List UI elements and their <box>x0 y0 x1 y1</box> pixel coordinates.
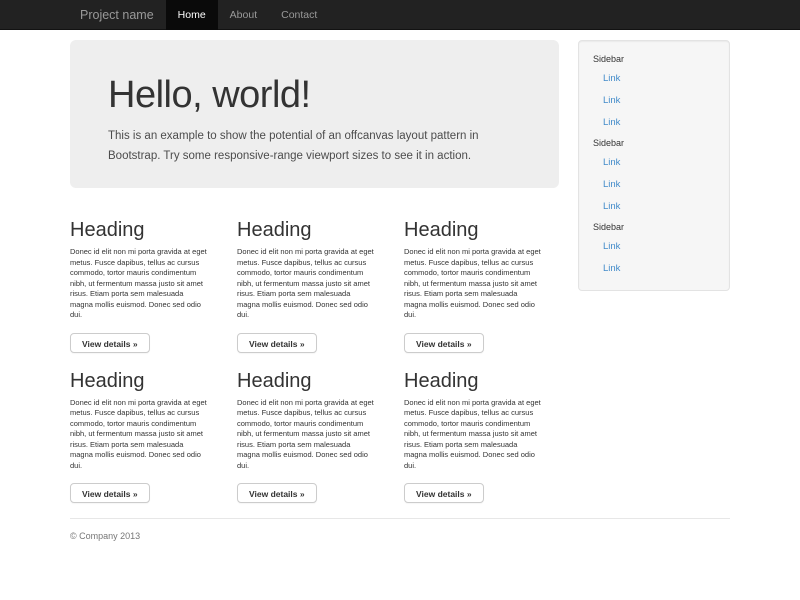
view-details-button[interactable]: View details » <box>70 483 150 503</box>
nav-item-contact[interactable]: Contact <box>269 0 329 30</box>
view-details-button[interactable]: View details » <box>237 483 317 503</box>
sidebar-link[interactable]: Link <box>593 236 715 258</box>
view-details-button[interactable]: View details » <box>237 333 317 353</box>
content-card: Heading Donec id elit non mi porta gravi… <box>70 206 225 353</box>
view-details-button[interactable]: View details » <box>70 333 150 353</box>
sidebar-heading: Sidebar <box>593 53 715 65</box>
main-container: Hello, world! This is an example to show… <box>70 40 730 503</box>
card-body-text: Donec id elit non mi porta gravida at eg… <box>70 247 225 321</box>
view-details-button[interactable]: View details » <box>404 483 484 503</box>
copyright-text: © Company 2013 <box>70 530 730 542</box>
content-card: Heading Donec id elit non mi porta gravi… <box>404 357 559 504</box>
sidebar-links: LinkLinkLink <box>593 152 715 218</box>
brand-link[interactable]: Project name <box>70 0 164 30</box>
sidebar-group: Sidebar LinkLinkLink <box>593 137 715 218</box>
footer: © Company 2013 <box>70 518 730 553</box>
content-card: Heading Donec id elit non mi porta gravi… <box>70 357 225 504</box>
cards-grid: Heading Donec id elit non mi porta gravi… <box>70 206 559 503</box>
sidebar-panel: Sidebar LinkLinkLink Sidebar LinkLinkLin… <box>578 40 730 291</box>
jumbotron-text: This is an example to show the potential… <box>108 126 521 166</box>
page-title: Hello, world! <box>108 74 521 116</box>
sidebar-link[interactable]: Link <box>593 196 715 218</box>
card-heading: Heading <box>237 219 392 241</box>
sidebar-heading: Sidebar <box>593 221 715 233</box>
navbar-container: Project name HomeAboutContact <box>70 0 730 30</box>
sidebar-link[interactable]: Link <box>593 258 715 280</box>
nav-item-home[interactable]: Home <box>166 0 218 30</box>
card-heading: Heading <box>404 219 559 241</box>
sidebar-column: Sidebar LinkLinkLink Sidebar LinkLinkLin… <box>578 40 730 291</box>
sidebar-link[interactable]: Link <box>593 174 715 196</box>
nav-item-about[interactable]: About <box>218 0 269 30</box>
sidebar-heading: Sidebar <box>593 137 715 149</box>
sidebar-link[interactable]: Link <box>593 68 715 90</box>
view-details-button[interactable]: View details » <box>404 333 484 353</box>
navbar: Project name HomeAboutContact <box>0 0 800 30</box>
sidebar-link[interactable]: Link <box>593 112 715 134</box>
sidebar-links: LinkLinkLink <box>593 68 715 134</box>
sidebar-group: Sidebar LinkLink <box>593 221 715 280</box>
navbar-menu: HomeAboutContact <box>166 0 330 30</box>
sidebar-links: LinkLink <box>593 236 715 280</box>
card-body-text: Donec id elit non mi porta gravida at eg… <box>404 398 559 472</box>
card-body-text: Donec id elit non mi porta gravida at eg… <box>237 247 392 321</box>
card-body-text: Donec id elit non mi porta gravida at eg… <box>404 247 559 321</box>
jumbotron: Hello, world! This is an example to show… <box>70 40 559 188</box>
content-card: Heading Donec id elit non mi porta gravi… <box>237 206 392 353</box>
card-heading: Heading <box>404 370 559 392</box>
card-heading: Heading <box>70 370 225 392</box>
content-card: Heading Donec id elit non mi porta gravi… <box>404 206 559 353</box>
content-card: Heading Donec id elit non mi porta gravi… <box>237 357 392 504</box>
sidebar-group: Sidebar LinkLinkLink <box>593 53 715 134</box>
content-column: Hello, world! This is an example to show… <box>70 40 559 503</box>
card-body-text: Donec id elit non mi porta gravida at eg… <box>70 398 225 472</box>
card-heading: Heading <box>70 219 225 241</box>
card-heading: Heading <box>237 370 392 392</box>
card-body-text: Donec id elit non mi porta gravida at eg… <box>237 398 392 472</box>
sidebar-link[interactable]: Link <box>593 152 715 174</box>
sidebar-link[interactable]: Link <box>593 90 715 112</box>
